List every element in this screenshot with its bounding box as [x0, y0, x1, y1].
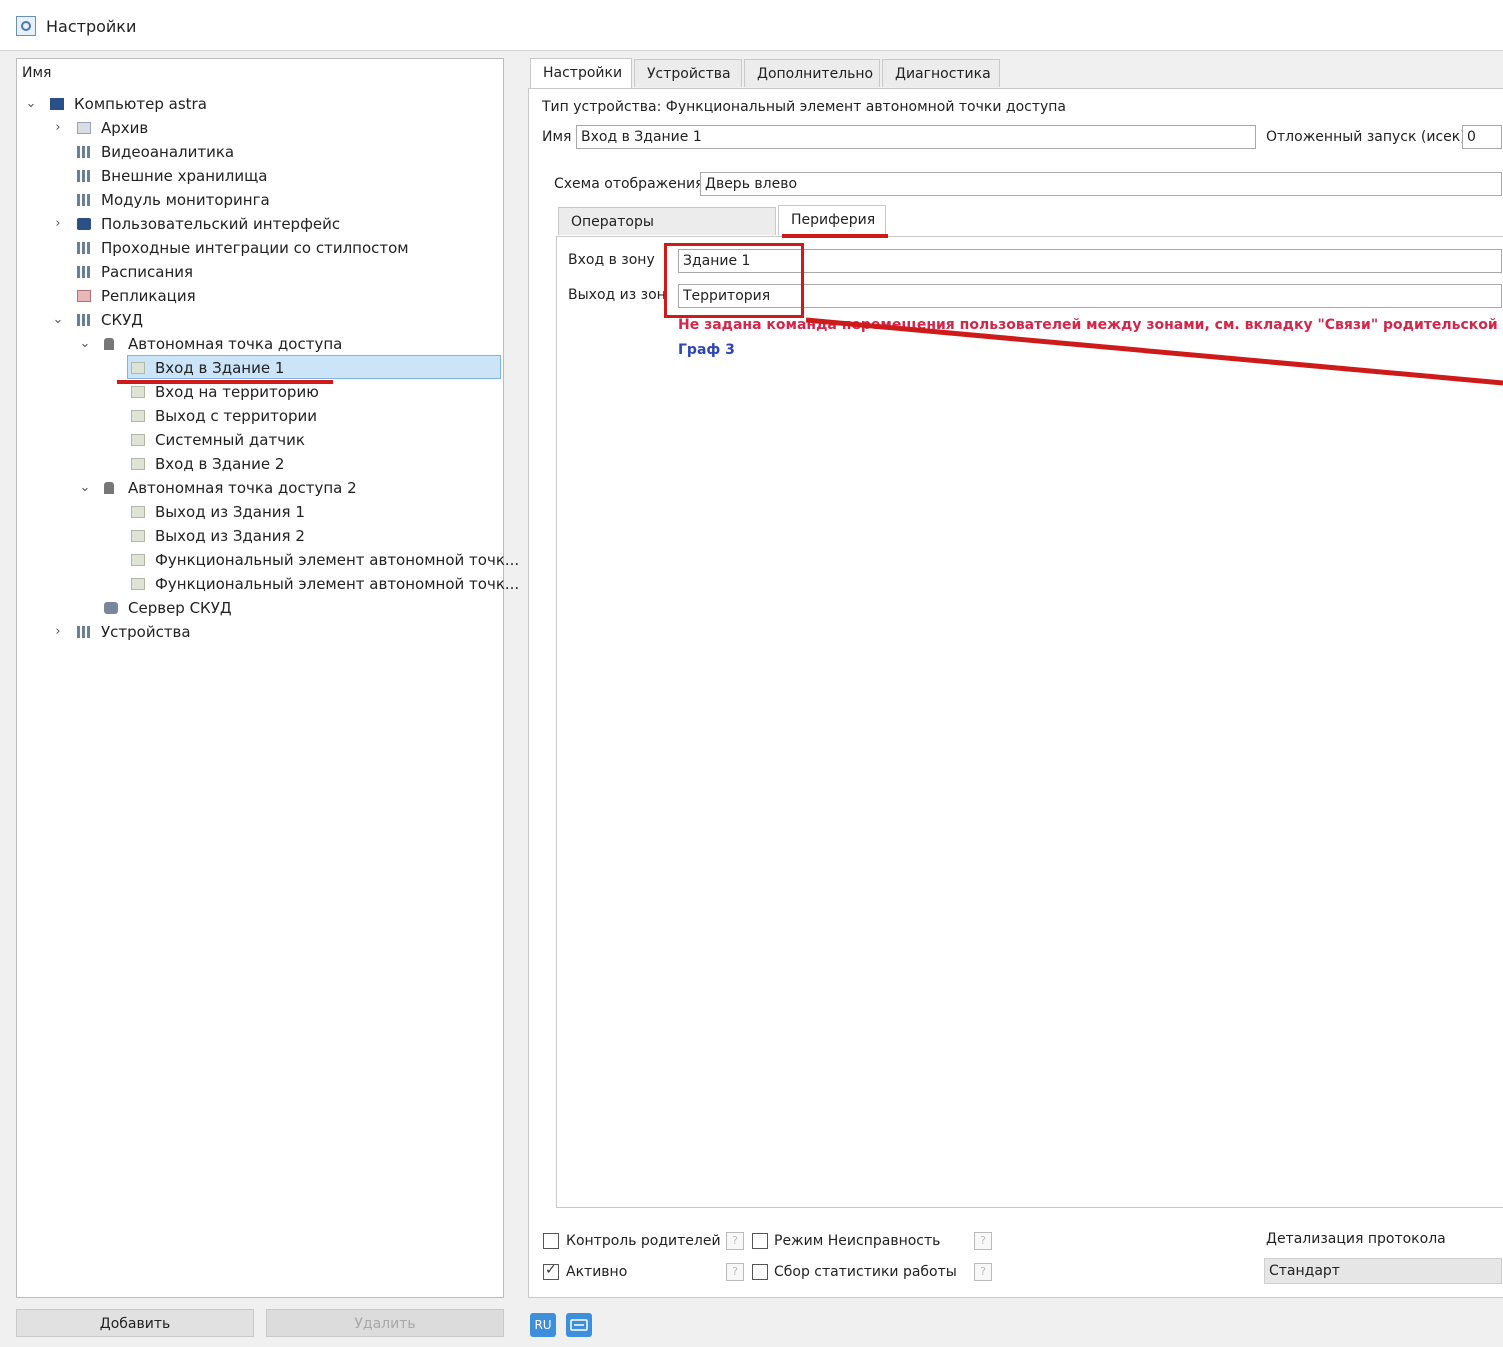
- annotation-arrow-line: [805, 317, 1503, 386]
- annotation-arrow: [805, 317, 1503, 386]
